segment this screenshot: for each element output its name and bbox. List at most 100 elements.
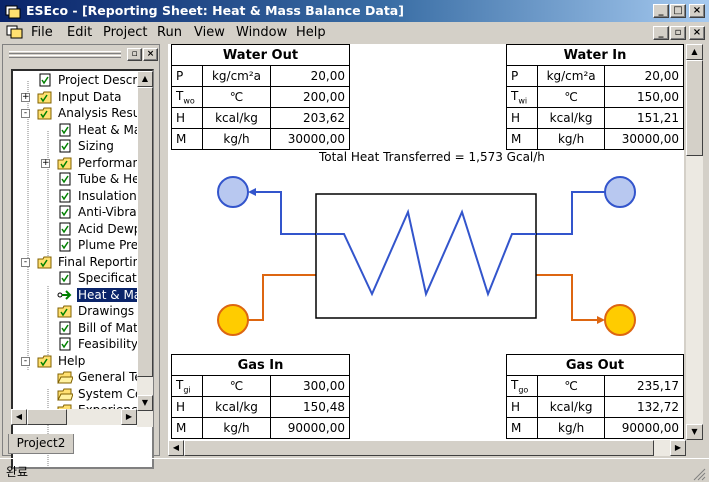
expand-icon[interactable]: +: [21, 92, 30, 102]
menu-window[interactable]: Window: [236, 25, 287, 40]
main-scroll-down-button[interactable]: ▼: [686, 424, 703, 440]
unit-cell: kcal/kg: [536, 396, 606, 418]
menu-edit[interactable]: Edit: [67, 25, 92, 40]
water-in-circle: [604, 176, 636, 208]
unit-cell: ℃: [536, 375, 606, 397]
unit-cell: kg/h: [202, 417, 271, 439]
folder-icon: [37, 107, 52, 120]
tree-item-label: Plume Pre: [78, 238, 139, 252]
child-minimize-button[interactable]: _: [653, 26, 669, 40]
collapse-icon[interactable]: -: [21, 257, 30, 267]
gas-inlet-line: [248, 274, 316, 321]
panel-float-button[interactable]: ▫: [127, 48, 142, 61]
expand-icon[interactable]: +: [41, 158, 50, 168]
document-check-icon: [59, 222, 71, 235]
tree-item-label: Acid Dewp: [78, 221, 142, 236]
main-vscrollbar[interactable]: ▲ ▼: [686, 44, 703, 440]
hscroll-thumb[interactable]: [27, 409, 67, 425]
arrow-right-icon: [57, 289, 72, 300]
water-outlet-line: [248, 188, 316, 235]
table-row: Hkcal/kg 150,48: [171, 396, 350, 418]
tree-item-label: Input Data: [58, 89, 122, 104]
main-scroll-up-button[interactable]: ▲: [686, 44, 703, 60]
document-check-icon: [39, 73, 51, 87]
gas-in-title: Gas In: [171, 354, 350, 376]
tree-item-label: Heat & Ma: [78, 122, 142, 137]
tree-item-label: Heat & Ma: [77, 287, 143, 302]
tree-hscrollbar[interactable]: ◀ ▶: [11, 409, 137, 425]
table-row: Mkg/h 90000,00: [171, 417, 350, 439]
value-cell: 132,72: [604, 396, 684, 418]
scroll-right-button[interactable]: ▶: [121, 409, 137, 425]
app-icon: [5, 5, 21, 19]
tree-vscrollbar[interactable]: ▲ ▼: [137, 71, 153, 427]
menu-help[interactable]: Help: [296, 25, 326, 40]
tree-item-label: Anti-Vibrat: [78, 205, 142, 219]
report-canvas: Water Out Pkg/cm²a 20,00 Two ℃ 200,00 Hkcal…: [168, 44, 684, 440]
child-restore-button[interactable]: ▫: [670, 26, 686, 40]
open-folder-icon: [57, 388, 73, 400]
scroll-thumb[interactable]: [137, 87, 153, 377]
menu-project[interactable]: Project: [103, 25, 147, 40]
gas-in-circle: [217, 304, 249, 336]
panel-close-button[interactable]: ×: [143, 48, 158, 61]
gas-outlet-line: [536, 274, 605, 324]
gas-in-table: Gas In Tgi ℃ 300,00 Hkcal/kg 150,48 Mkg/h 90…: [171, 354, 350, 439]
folder-icon: [57, 305, 72, 318]
water-out-circle: [217, 176, 249, 208]
unit-cell: kg/h: [536, 417, 606, 439]
folder-icon: [37, 256, 52, 268]
menu-run[interactable]: Run: [157, 25, 182, 40]
water-inlet-line: [536, 191, 605, 235]
scroll-left-button[interactable]: ◀: [11, 409, 27, 425]
table-row: Tgi ℃ 300,00: [171, 375, 350, 397]
status-bar: 완료: [0, 458, 709, 482]
document-check-icon: [59, 321, 71, 334]
panel-header: ▫ ×: [3, 45, 159, 65]
gas-out-table: Gas Out Tgo ℃ 235,17 Hkcal/kg 132,72 Mkg/h 9…: [506, 354, 684, 439]
tree-item-label: Bill of Mate: [78, 320, 146, 335]
maximize-button[interactable]: □: [670, 4, 686, 18]
document-check-icon: [59, 337, 71, 351]
collapse-icon[interactable]: -: [21, 109, 30, 118]
value-cell: 150,48: [270, 396, 350, 418]
tree-item-label: Drawings: [78, 304, 135, 318]
symbol-cell: Tgo: [506, 375, 538, 397]
child-close-button[interactable]: ×: [689, 26, 705, 40]
scroll-down-button[interactable]: ▼: [137, 395, 153, 411]
menu-file[interactable]: File: [31, 25, 53, 40]
menu-view[interactable]: View: [194, 25, 225, 40]
symbol-cell: H: [506, 396, 538, 418]
document-icon[interactable]: [6, 24, 24, 40]
folder-icon: [57, 157, 72, 169]
main-scroll-right-button[interactable]: ▶: [670, 440, 686, 456]
tree-item-label: Sizing: [78, 139, 114, 153]
main-scroll-left-button[interactable]: ◀: [168, 440, 184, 456]
unit-cell: ℃: [202, 375, 271, 397]
document-check-icon: [59, 172, 71, 186]
close-button[interactable]: ×: [689, 4, 705, 18]
menu-bar: File Edit Project Run View Window Help _…: [0, 22, 709, 43]
tree-item-label: Help: [58, 353, 86, 368]
tree-item-label: Analysis Resu: [58, 106, 141, 120]
resize-grip-icon[interactable]: [692, 467, 706, 481]
collapse-icon[interactable]: -: [21, 356, 30, 366]
tree-item-label: Feasibility: [78, 337, 138, 351]
document-check-icon: [59, 205, 71, 219]
document-check-icon: [59, 238, 71, 252]
value-cell: 90000,00: [270, 417, 350, 439]
tree-item-label: System Co: [78, 386, 143, 401]
tree-item-label: Insulation: [78, 188, 137, 203]
gas-out-title: Gas Out: [506, 354, 684, 376]
project-tab[interactable]: Project2: [8, 434, 74, 454]
main-scroll-thumb[interactable]: [686, 60, 703, 156]
gas-out-circle: [604, 304, 636, 336]
main-hscroll-thumb[interactable]: [184, 440, 654, 456]
symbol-cell: M: [171, 417, 203, 439]
minimize-button[interactable]: _: [653, 4, 669, 18]
value-cell: 90000,00: [604, 417, 684, 439]
tree-item-label: General Te: [78, 370, 142, 384]
document-check-icon: [59, 189, 71, 202]
main-hscrollbar[interactable]: ◀ ▶: [168, 440, 686, 456]
scroll-up-button[interactable]: ▲: [137, 71, 153, 87]
